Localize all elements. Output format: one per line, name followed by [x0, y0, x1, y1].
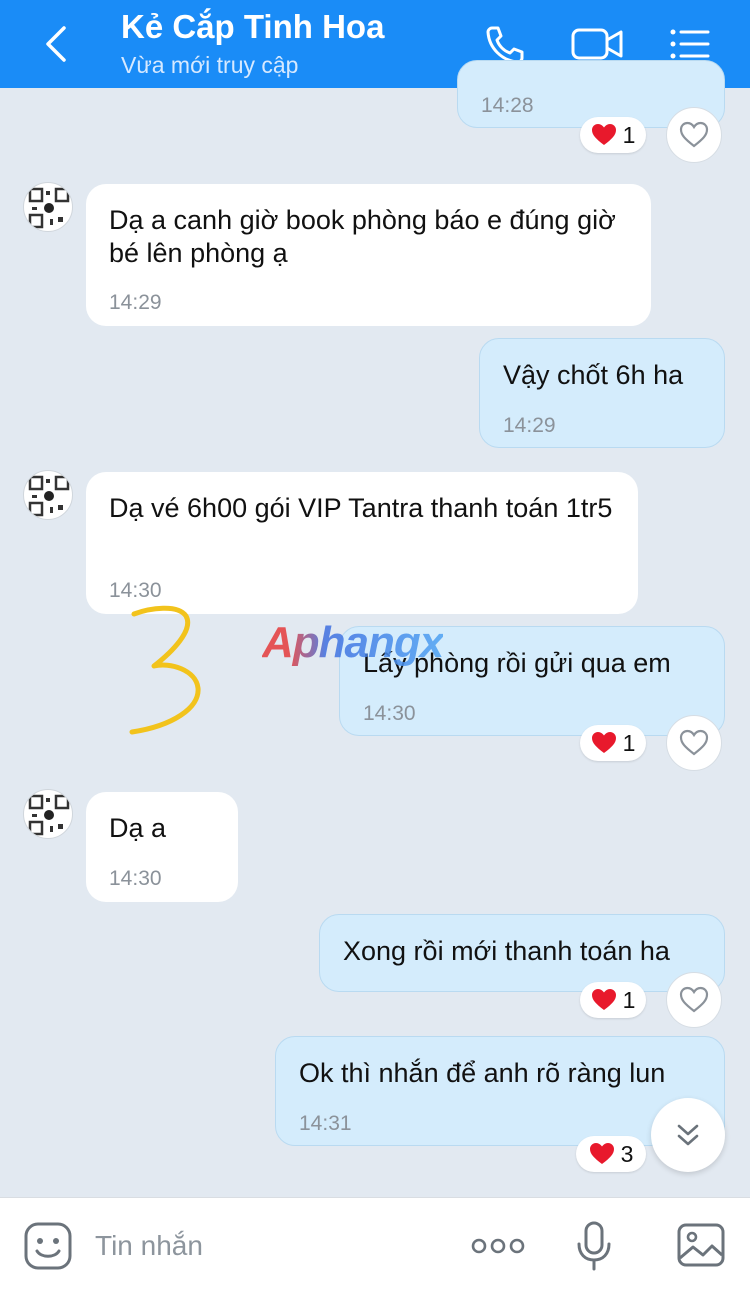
double-chevron-down-icon — [677, 1124, 699, 1146]
reaction-badge[interactable]: 1 — [580, 117, 646, 153]
more-dots-icon — [471, 1238, 525, 1254]
reaction-count: 1 — [622, 986, 636, 1013]
voice-record-button[interactable] — [575, 1220, 613, 1272]
react-button[interactable] — [666, 107, 722, 163]
reaction-badge[interactable]: 3 — [576, 1136, 646, 1172]
message-text: Dạ a canh giờ book phòng báo e đúng giờ … — [109, 205, 616, 268]
handwritten-three-annotation — [129, 605, 201, 735]
message-bubble-incoming[interactable]: Dạ a 14:30 — [86, 792, 238, 902]
heart-icon — [589, 1143, 614, 1164]
message-time: 14:29 — [109, 291, 162, 314]
heart-outline-icon — [679, 121, 709, 148]
message-time: 14:30 — [363, 702, 416, 725]
message-input[interactable] — [95, 1226, 445, 1266]
image-gallery-icon — [677, 1223, 725, 1267]
qr-avatar-icon — [28, 187, 70, 229]
reaction-count: 1 — [622, 729, 636, 756]
heart-outline-icon — [679, 729, 709, 756]
contact-name[interactable]: Kẻ Cắp Tinh Hoa — [121, 8, 384, 46]
react-button[interactable] — [666, 972, 722, 1028]
reaction-badge[interactable]: 1 — [580, 725, 646, 761]
emoji-button[interactable] — [22, 1220, 74, 1272]
chevron-left-icon — [46, 26, 66, 62]
heart-icon — [591, 989, 616, 1010]
avatar[interactable] — [23, 470, 73, 520]
avatar[interactable] — [23, 789, 73, 839]
heart-icon — [591, 124, 616, 145]
scroll-to-bottom-button[interactable] — [651, 1098, 725, 1172]
reaction-count: 1 — [622, 121, 636, 148]
sticker-smile-icon — [24, 1222, 72, 1270]
message-time: 14:31 — [299, 1112, 352, 1135]
react-button[interactable] — [666, 715, 722, 771]
message-time: 14:30 — [109, 867, 162, 890]
reaction-count: 3 — [620, 1140, 634, 1167]
heart-outline-icon — [679, 986, 709, 1013]
message-text: Ok thì nhắn để anh rõ ràng lun — [299, 1058, 666, 1088]
message-text: Vậy chốt 6h ha — [503, 360, 684, 390]
heart-icon — [591, 732, 616, 753]
message-bubble-incoming[interactable]: Dạ vé 6h00 gói VIP Tantra thanh toán 1tr… — [86, 472, 638, 614]
message-time: 14:29 — [503, 414, 556, 437]
message-text: Xong rồi mới thanh toán ha — [343, 936, 670, 966]
watermark-logo: Aphangx — [262, 618, 444, 667]
send-image-button[interactable] — [676, 1222, 726, 1268]
message-bubble-incoming[interactable]: Dạ a canh giờ book phòng báo e đúng giờ … — [86, 184, 651, 326]
reaction-badge[interactable]: 1 — [580, 982, 646, 1018]
qr-avatar-icon — [28, 794, 70, 836]
message-time: 14:28 — [481, 94, 534, 117]
avatar[interactable] — [23, 182, 73, 232]
contact-status: Vừa mới truy cập — [121, 52, 299, 78]
message-text: Dạ a — [109, 813, 167, 843]
back-button[interactable] — [40, 22, 80, 66]
microphone-icon — [577, 1221, 611, 1271]
message-input-bar — [0, 1197, 750, 1294]
more-options-button[interactable] — [470, 1232, 526, 1260]
qr-avatar-icon — [28, 475, 70, 517]
message-bubble-outgoing[interactable]: Vậy chốt 6h ha 14:29 — [479, 338, 725, 448]
message-time: 14:30 — [109, 579, 162, 602]
message-bubble-outgoing[interactable]: Xong rồi mới thanh toán ha — [319, 914, 725, 992]
message-text: Dạ vé 6h00 gói VIP Tantra thanh toán 1tr… — [109, 493, 613, 523]
